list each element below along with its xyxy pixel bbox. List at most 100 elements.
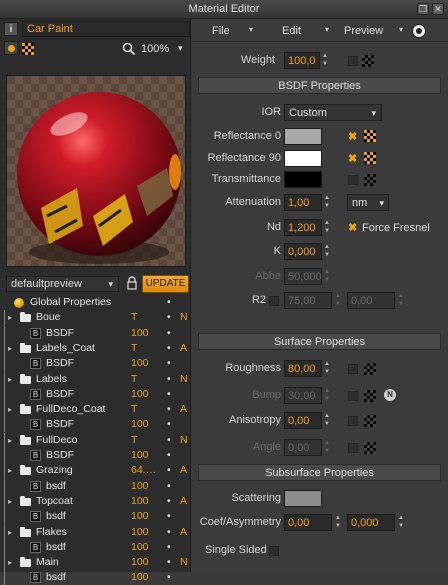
reflectance0-clear-icon[interactable]: ✖ [348, 131, 357, 143]
tree-item-visibility-dot[interactable]: • [167, 356, 171, 371]
bump-link-toggle[interactable] [348, 391, 358, 401]
tree-item-weight[interactable]: T [131, 433, 161, 448]
roughness-input[interactable]: 80,00 [284, 360, 322, 377]
tree-item-visibility-dot[interactable]: • [167, 387, 171, 402]
roughness-link-toggle[interactable] [348, 364, 358, 374]
tree-item-blend-mode[interactable]: A [180, 494, 187, 509]
tree-item-weight[interactable]: 100 [131, 540, 161, 555]
force-fresnel-checkbox[interactable]: ✖ [348, 222, 357, 234]
tree-item-visibility-dot[interactable]: • [167, 372, 171, 387]
anisotropy-texture-icon[interactable] [364, 415, 376, 427]
tree-item-blend-mode[interactable]: A [180, 463, 187, 478]
expand-triangle-icon[interactable]: ▸ [8, 555, 12, 570]
expand-triangle-icon[interactable]: ▸ [8, 341, 12, 356]
tree-bsdf-row[interactable]: B BSDF 100 • [0, 325, 190, 341]
tree-item-visibility-dot[interactable]: • [167, 540, 171, 555]
asymmetry-input[interactable]: 0,000 [347, 514, 395, 531]
tree-item-blend-mode[interactable]: A [180, 525, 187, 540]
zoom-chevron-down-icon[interactable]: ▾ [178, 43, 183, 54]
anisotropy-link-toggle[interactable] [348, 416, 358, 426]
expand-triangle-icon[interactable]: ▸ [8, 525, 12, 540]
tree-folder-row[interactable]: ▸ FullDeco_Coat T • A [0, 402, 190, 418]
reflectance0-texture-icon[interactable] [364, 130, 376, 142]
reflectance90-texture-icon[interactable] [364, 152, 376, 164]
anisotropy-spinner[interactable]: ▲ ▼ [324, 412, 330, 429]
zoom-level[interactable]: 100% [141, 43, 169, 55]
attenuation-input[interactable]: 1,00 [284, 194, 322, 211]
tree-item-visibility-dot[interactable]: • [167, 509, 171, 524]
tree-folder-row[interactable]: ▸ Flakes 100 • A [0, 524, 190, 540]
tree-item-blend-mode[interactable]: N [180, 372, 188, 387]
tree-folder-row[interactable]: ▸ Main 100 • N [0, 555, 190, 571]
tree-item-visibility-dot[interactable]: • [167, 463, 171, 478]
tree-bsdf-row[interactable]: B BSDF 100 • [0, 386, 190, 402]
material-preview[interactable] [6, 75, 186, 267]
weight-texture-icon[interactable] [362, 55, 374, 67]
attenuation-spinner[interactable]: ▲ ▼ [324, 194, 330, 211]
tree-item-blend-mode[interactable]: A [180, 341, 187, 356]
tree-item-visibility-dot[interactable]: • [167, 310, 171, 325]
transmittance-texture-icon[interactable] [364, 174, 376, 186]
tree-folder-row[interactable]: ▸ Grazing 64.… • A [0, 463, 190, 479]
tree-item-weight[interactable]: 100 [131, 555, 161, 570]
info-icon[interactable]: i [4, 22, 18, 36]
asymmetry-spinner[interactable]: ▲ ▼ [398, 514, 404, 531]
tree-item-visibility-dot[interactable]: • [167, 341, 171, 356]
tree-item-visibility-dot[interactable]: • [167, 570, 171, 585]
tree-item-weight[interactable]: 100 [131, 509, 161, 524]
roughness-texture-icon[interactable] [364, 363, 376, 375]
r2-checkbox[interactable] [269, 296, 279, 306]
tree-item-blend-mode[interactable]: N [180, 433, 188, 448]
ior-select[interactable]: Custom ▾ [284, 104, 382, 121]
tree-item-weight[interactable]: 100 [131, 387, 161, 402]
weight-input[interactable]: 100,0 [284, 52, 320, 69]
surface-section-header[interactable]: Surface Properties [198, 333, 441, 350]
tree-bsdf-row[interactable]: Bbsdf 100 • [0, 539, 190, 555]
tree-folder-row[interactable]: ▸ Labels T • N [0, 371, 190, 387]
tree-item-visibility-dot[interactable]: • [167, 433, 171, 448]
tree-item-weight[interactable]: 100 [131, 479, 161, 494]
tree-item-visibility-dot[interactable]: • [167, 295, 171, 310]
tree-item-weight[interactable]: T [131, 310, 161, 325]
tree-item-visibility-dot[interactable]: • [167, 525, 171, 540]
tree-item-visibility-dot[interactable]: • [167, 555, 171, 570]
bsdf-section-header[interactable]: BSDF Properties [198, 77, 441, 94]
tree-folder-row[interactable]: ▸ Topcoat 100 • A [0, 493, 190, 509]
weight-spinner[interactable]: ▲ ▼ [322, 52, 328, 69]
background-checker-icon[interactable] [22, 43, 34, 55]
material-name-field[interactable]: Car Paint [22, 21, 190, 37]
tree-folder-row[interactable]: ▸ Labels_Coat T • A [0, 340, 190, 356]
tree-item-weight[interactable]: T [131, 341, 161, 356]
tree-item-visibility-dot[interactable]: • [167, 326, 171, 341]
tree-item-weight[interactable]: 100 [131, 525, 161, 540]
tree-item-blend-mode[interactable]: N [180, 310, 188, 325]
expand-triangle-icon[interactable]: ▸ [8, 463, 12, 478]
tree-item-weight[interactable]: 100 [131, 356, 161, 371]
tree-folder-row[interactable]: ▸ FullDeco T • N [0, 432, 190, 448]
roughness-spinner[interactable]: ▲ ▼ [324, 360, 330, 377]
tree-item-weight[interactable]: 100 [131, 417, 161, 432]
single-sided-checkbox[interactable] [269, 546, 279, 556]
tree-item-weight[interactable]: 100 [131, 448, 161, 463]
expand-triangle-icon[interactable]: ▸ [8, 433, 12, 448]
reflectance90-swatch[interactable] [284, 150, 322, 167]
tree-item-weight[interactable]: 100 [131, 326, 161, 341]
restore-icon[interactable]: ❐ [417, 3, 429, 15]
coef-input[interactable]: 0,00 [284, 514, 332, 531]
tree-item-weight[interactable]: 100 [131, 570, 161, 585]
subsurface-section-header[interactable]: Subsurface Properties [198, 464, 441, 481]
tree-item-weight[interactable]: T [131, 372, 161, 387]
tree-item-visibility-dot[interactable]: • [167, 402, 171, 417]
tree-bsdf-row[interactable]: Bbsdf 100 • [0, 509, 190, 525]
tree-item-weight[interactable]: T [131, 402, 161, 417]
expand-triangle-icon[interactable]: ▸ [8, 372, 12, 387]
k-spinner[interactable]: ▲ ▼ [324, 243, 330, 260]
reflectance90-clear-icon[interactable]: ✖ [348, 153, 357, 165]
tree-folder-row[interactable]: ▸ Boue T • N [0, 310, 190, 326]
tree-item-weight[interactable]: 64.… [131, 463, 161, 478]
tree-item-blend-mode[interactable]: N [180, 555, 188, 570]
scattering-swatch[interactable] [284, 490, 322, 507]
nd-input[interactable]: 1,200 [284, 219, 322, 236]
tree-bsdf-row[interactable]: Bbsdf 100 • [0, 570, 190, 585]
preview-scene-select[interactable]: defaultpreview ▾ [6, 276, 119, 292]
